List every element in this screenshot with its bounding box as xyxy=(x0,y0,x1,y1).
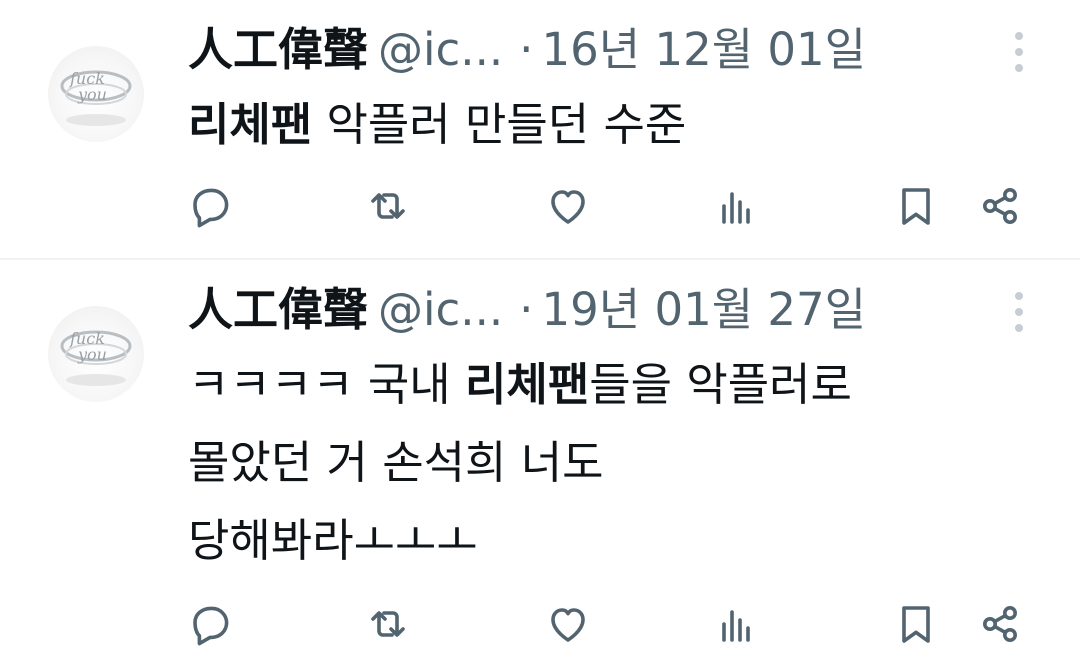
reply-icon[interactable] xyxy=(186,182,234,230)
ring-avatar-icon: fuck you xyxy=(60,329,132,386)
bookmark-icon[interactable] xyxy=(892,182,940,230)
ring-avatar-icon: fuck you xyxy=(60,69,132,126)
avatar[interactable]: fuck you xyxy=(48,306,144,402)
views-icon[interactable] xyxy=(712,600,760,648)
action-bar xyxy=(0,594,1080,654)
like-icon[interactable] xyxy=(544,600,592,648)
timestamp[interactable]: 19년 01월 27일 xyxy=(541,283,866,336)
display-name[interactable]: 人工偉聲 xyxy=(188,23,368,76)
svg-text:you: you xyxy=(77,345,107,364)
tweet-text: 리체팬 악플러 만들던 수준 xyxy=(188,86,1048,164)
views-icon[interactable] xyxy=(712,182,760,230)
retweet-icon[interactable] xyxy=(364,182,412,230)
tweet-text: ㅋㅋㅋㅋ 국내 리체팬들을 악플러로 몰았던 거 손석희 너도 당해봐라ㅗㅗㅗ xyxy=(188,346,1048,580)
highlighted-term: 리체팬 xyxy=(465,358,590,411)
highlighted-term: 리체팬 xyxy=(188,98,313,151)
like-icon[interactable] xyxy=(544,182,592,230)
tweet-header: 人工偉聲 @ic... · 19년 01월 27일 xyxy=(188,278,988,342)
more-options-icon[interactable] xyxy=(1004,30,1034,74)
share-icon[interactable] xyxy=(976,182,1024,230)
tweet-text-line: ㅋㅋㅋㅋ 국내 리체팬들을 악플러로 xyxy=(188,346,1048,424)
tweet-text-segment: 악플러 만들던 수준 xyxy=(312,98,687,151)
user-handle[interactable]: @ic... xyxy=(378,283,503,336)
display-name[interactable]: 人工偉聲 xyxy=(188,283,368,336)
user-handle[interactable]: @ic... xyxy=(378,23,503,76)
separator-dot: · xyxy=(519,23,534,76)
tweet-header: 人工偉聲 @ic... · 16년 12월 01일 xyxy=(188,18,988,82)
tweet-text-segment: 들을 악플러로 xyxy=(589,358,852,411)
more-options-icon[interactable] xyxy=(1004,290,1034,334)
tweet-text-line: 리체팬 악플러 만들던 수준 xyxy=(188,86,1048,164)
tweet-text-line: 당해봐라ㅗㅗㅗ xyxy=(188,514,478,567)
tweet[interactable]: fuck you 人工偉聲 @ic... · 19년 01월 27일 ㅋㅋㅋㅋ 국내 … xyxy=(0,260,1080,664)
bookmark-icon[interactable] xyxy=(892,600,940,648)
action-bar xyxy=(0,176,1080,236)
reply-icon[interactable] xyxy=(186,600,234,648)
tweet[interactable]: fuck you 人工偉聲 @ic... · 16년 12월 01일 리체팬 악플러 … xyxy=(0,0,1080,258)
retweet-icon[interactable] xyxy=(364,600,412,648)
tweet-text-segment: ㅋㅋㅋㅋ 국내 xyxy=(188,358,466,411)
tweet-text-line: 몰았던 거 손석희 너도 xyxy=(188,436,604,489)
svg-text:you: you xyxy=(77,85,107,104)
timestamp[interactable]: 16년 12월 01일 xyxy=(541,23,866,76)
share-icon[interactable] xyxy=(976,600,1024,648)
separator-dot: · xyxy=(519,283,534,336)
avatar[interactable]: fuck you xyxy=(48,46,144,142)
